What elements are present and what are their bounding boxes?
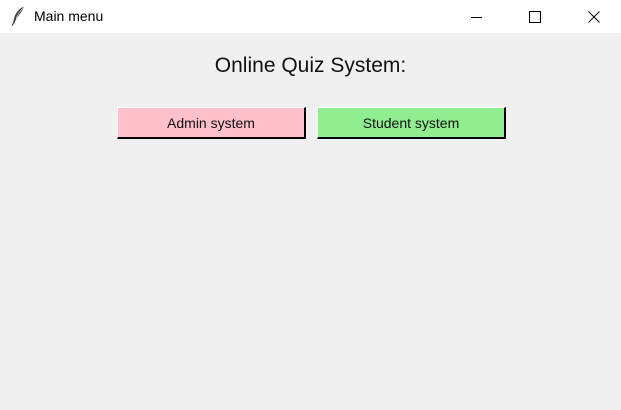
title-bar[interactable]: Main menu (0, 0, 621, 33)
window-title: Main menu (34, 8, 104, 24)
close-button[interactable] (571, 0, 617, 33)
minimize-button[interactable] (454, 0, 500, 33)
feather-icon (11, 6, 25, 26)
page-title: Online Quiz System: (214, 54, 407, 77)
main-menu-window: Main menu Online Quiz System: Admin syst… (0, 0, 621, 410)
main-content: Online Quiz System: Admin system Student… (0, 33, 621, 410)
maximize-button[interactable] (512, 0, 558, 33)
student-system-button[interactable]: Student system (317, 107, 506, 139)
close-icon (588, 10, 600, 23)
minimize-icon (471, 11, 483, 23)
maximize-icon (529, 10, 541, 23)
admin-system-button[interactable]: Admin system (117, 107, 306, 139)
